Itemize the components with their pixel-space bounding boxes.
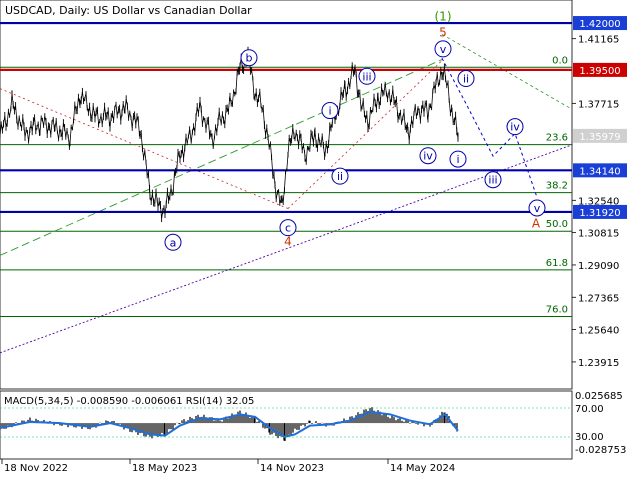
main-plot-frame — [0, 0, 573, 390]
level-badge-label-3: 1.31920 — [579, 208, 620, 219]
price-axis: 1.411651.377151.325401.308151.290901.273… — [572, 16, 627, 369]
date-label-0: 18 Nov 2022 — [4, 463, 68, 474]
indicator-title: MACD(5,34,5) -0.008590 -0.006061 RSI(14)… — [4, 396, 254, 407]
fib-label-3: 50.0 — [546, 219, 568, 230]
chart-window: 0.0 23.6 38.2 50.0 61.8 76.0 (1) 5 v ii iii i ii iv i… — [0, 0, 640, 480]
wave-label-11: v — [534, 202, 541, 215]
date-label-1: 18 May 2023 — [132, 463, 197, 474]
level-badge-label-0: 1.42000 — [579, 19, 620, 30]
indicator-tick-label-0: 0.025685 — [575, 391, 623, 402]
wave-label-8: i — [456, 153, 459, 166]
chart-canvas: 0.023.638.250.061.876.0 (1)5viiiiiiiiiv i… — [0, 0, 627, 474]
wave-label-12: A — [532, 217, 541, 231]
indicator-tick-label-3: -0.028753 — [575, 445, 626, 456]
last-price-label: 1.35979 — [579, 132, 620, 143]
fib-label-0: 0.0 — [552, 55, 568, 66]
wave-label-15: c — [285, 222, 291, 235]
price-tick-label-6: 1.25640 — [578, 326, 619, 337]
level-badge-label-1: 1.39500 — [579, 66, 620, 77]
fib-label-4: 61.8 — [546, 258, 568, 269]
fib-label-2: 38.2 — [546, 181, 568, 192]
indicator-tick-label-2: 30.00 — [575, 432, 604, 443]
wave-label-9: iv — [510, 121, 520, 134]
date-label-2: 14 Nov 2023 — [260, 463, 324, 474]
price-tick-label-5: 1.27365 — [578, 293, 619, 304]
price-tick-label-1: 1.37715 — [578, 99, 619, 110]
price-tick-label-4: 1.29090 — [578, 261, 619, 272]
wave-label-7: iv — [423, 150, 433, 163]
wave-label-16: 4 — [284, 235, 292, 249]
wave-label-5: i — [328, 105, 331, 118]
wave-label-3: ii — [463, 73, 469, 86]
wave-label-10: iii — [488, 174, 497, 187]
wave-label-14: a — [170, 236, 177, 249]
chart-title: USDCAD, Daily: US Dollar vs Canadian Dol… — [5, 4, 252, 17]
wave-label-6: ii — [337, 170, 343, 183]
price-tick-label-3: 1.30815 — [578, 229, 619, 240]
level-badge-label-2: 1.34140 — [579, 166, 620, 177]
price-tick-label-7: 1.23915 — [578, 358, 619, 369]
wave-label-13: b — [246, 52, 253, 65]
wave-label-2: v — [440, 43, 447, 56]
fib-label-1: 23.6 — [546, 133, 568, 144]
wave-label-1: 5 — [439, 26, 447, 40]
date-label-3: 14 May 2024 — [390, 463, 455, 474]
fib-label-5: 76.0 — [546, 304, 568, 315]
indicator-tick-label-1: 70.00 — [575, 404, 604, 415]
price-tick-label-0: 1.41165 — [578, 35, 619, 46]
date-axis: 18 Nov 2022 18 May 2023 14 Nov 2023 14 May … — [1, 459, 455, 474]
wave-label-0: (1) — [435, 10, 452, 24]
wave-label-4: iii — [362, 70, 371, 83]
